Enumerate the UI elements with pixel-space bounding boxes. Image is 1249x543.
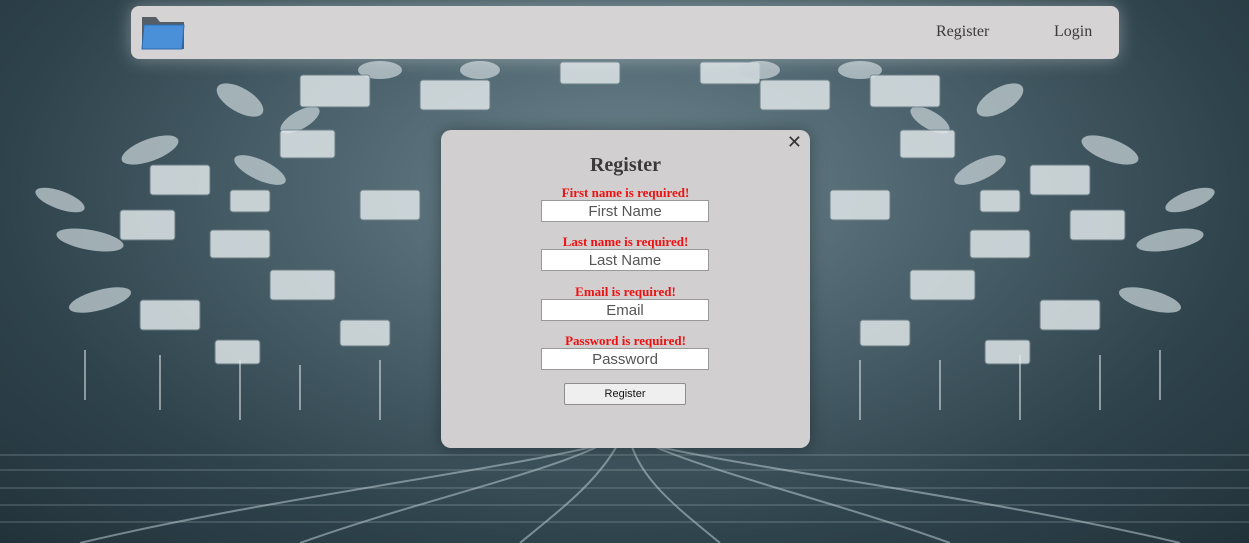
last-name-error: Last name is required! bbox=[562, 234, 689, 249]
email-error: Email is required! bbox=[575, 284, 676, 299]
register-modal: ✕ Register First name is required! Last … bbox=[441, 130, 810, 448]
nav-register-link[interactable]: Register bbox=[936, 23, 989, 41]
modal-title: Register bbox=[589, 154, 662, 176]
nav-login-link[interactable]: Login bbox=[1054, 23, 1092, 41]
first-name-field[interactable] bbox=[541, 200, 709, 222]
password-field[interactable] bbox=[541, 348, 709, 370]
register-submit-button[interactable]: Register bbox=[564, 383, 686, 405]
password-error: Password is required! bbox=[565, 333, 686, 348]
email-field[interactable] bbox=[541, 299, 709, 321]
last-name-field[interactable] bbox=[541, 249, 709, 271]
top-navbar: Register Login bbox=[131, 6, 1119, 59]
first-name-error: First name is required! bbox=[561, 185, 690, 200]
close-icon[interactable]: ✕ bbox=[787, 132, 802, 154]
folder-icon[interactable] bbox=[140, 13, 186, 51]
